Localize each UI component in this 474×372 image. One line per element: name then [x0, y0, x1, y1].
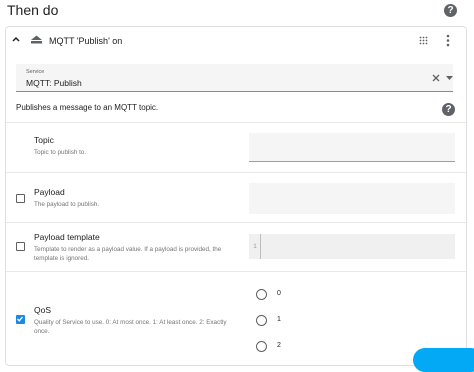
- field-payload-template: Payload template Template to render as a…: [6, 223, 466, 271]
- field-name: Topic: [34, 135, 54, 145]
- help-icon[interactable]: ?: [444, 4, 457, 17]
- field-description-line2: template is ignored.: [34, 255, 89, 262]
- action-card-header[interactable]: MQTT 'Publish' on: [6, 27, 466, 55]
- section-title: Then do: [7, 2, 59, 18]
- service-description: Publishes a message to an MQTT topic.: [16, 103, 159, 112]
- add-action-button[interactable]: [413, 348, 474, 372]
- qos-radio-0[interactable]: [256, 289, 267, 300]
- qos-radio-1[interactable]: [256, 315, 267, 326]
- payload-input[interactable]: [249, 183, 455, 214]
- drag-handle-icon[interactable]: [419, 36, 428, 45]
- field-description: The payload to publish.: [34, 201, 100, 208]
- field-description-line1: Quality of Service to use. 0: At most on…: [34, 319, 227, 326]
- editor-gutter: 1: [249, 234, 261, 259]
- section-header: Then do ?: [0, 0, 474, 22]
- service-help-icon[interactable]: ?: [442, 103, 455, 116]
- qos-radio-2[interactable]: [256, 341, 267, 352]
- payload-template-checkbox[interactable]: [16, 242, 25, 251]
- field-qos: QoS Quality of Service to use. 0: At mos…: [6, 272, 466, 362]
- payload-template-editor[interactable]: 1: [249, 234, 455, 259]
- service-value: MQTT: Publish: [26, 78, 82, 88]
- service-picker[interactable]: Service MQTT: Publish: [16, 64, 453, 92]
- service-label: Service: [26, 69, 45, 75]
- qos-checkbox[interactable]: [16, 315, 25, 324]
- check-icon: [17, 316, 23, 322]
- qos-option-label: 1: [277, 316, 281, 323]
- topic-input[interactable]: [249, 133, 455, 162]
- clear-icon[interactable]: [432, 74, 440, 82]
- payload-checkbox[interactable]: [16, 194, 25, 203]
- qos-option-label: 2: [277, 342, 281, 349]
- field-description: Topic to publish to.: [34, 149, 87, 156]
- action-title: MQTT 'Publish' on: [49, 36, 123, 46]
- dropdown-arrow-icon[interactable]: [446, 76, 453, 80]
- action-card: MQTT 'Publish' on Service MQTT: Publish …: [5, 26, 467, 366]
- field-topic: Topic Topic to publish to.: [6, 123, 466, 171]
- mqtt-icon: [31, 35, 42, 44]
- field-name: QoS: [34, 305, 52, 315]
- field-name: Payload template: [34, 232, 100, 242]
- field-description-line2: once.: [34, 328, 50, 335]
- line-number: 1: [253, 243, 257, 250]
- chevron-up-icon[interactable]: [12, 36, 20, 42]
- more-menu-icon[interactable]: [446, 34, 450, 47]
- qos-option-label: 0: [277, 290, 281, 297]
- field-payload: Payload The payload to publish.: [6, 173, 466, 221]
- field-name: Payload: [34, 187, 65, 197]
